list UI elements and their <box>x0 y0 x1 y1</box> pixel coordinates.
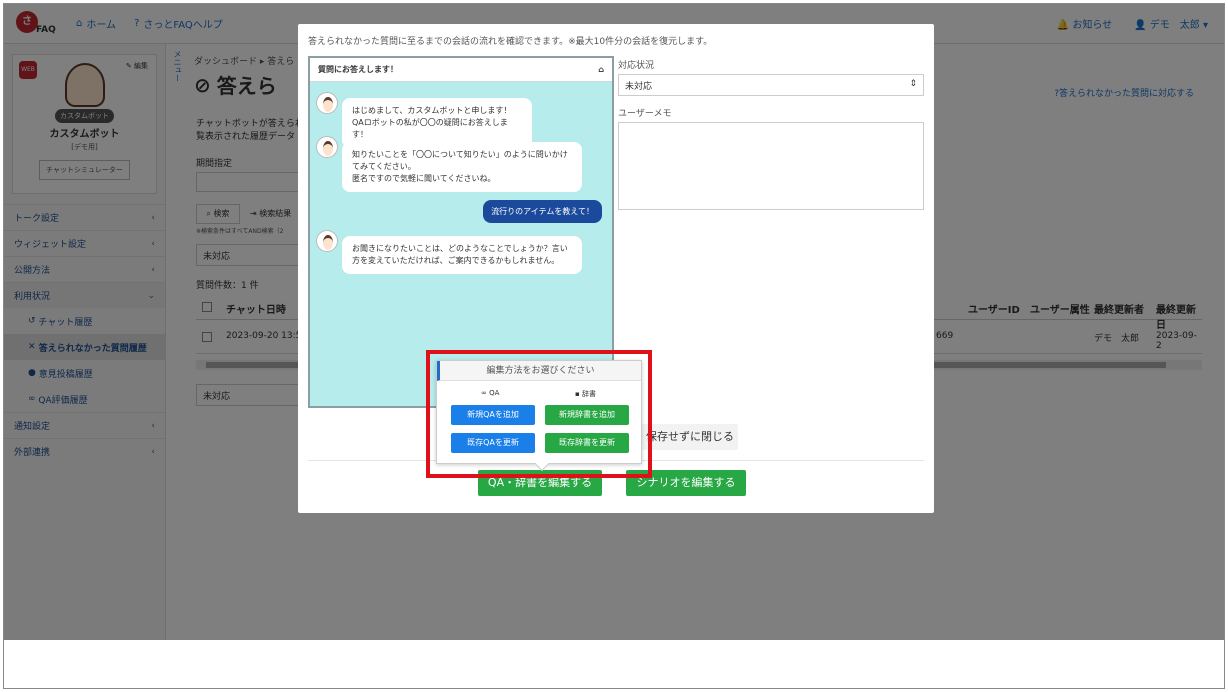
bot-bubble: お聞きになりたいことは、どのようなことでしょうか？言い方を変えていただければ、ご… <box>342 236 582 274</box>
app: さ FAQ ⌂ ホーム ? さっとFAQヘルプ 🔔 お知らせ 👤 デモ 太郎 ▾… <box>4 4 1224 640</box>
bot-message: お聞きになりたいことは、どのようなことでしょうか？言い方を変えていただければ、ご… <box>316 230 582 274</box>
bot-avatar-icon <box>316 92 338 114</box>
close-without-save-button[interactable]: 保存せずに閉じる <box>642 424 738 450</box>
bot-message: 知りたいことを「〇〇について知りたい」のように問いかけてみてください。 匿名です… <box>316 136 582 192</box>
chat-title: 質問にお答えします！ <box>318 65 398 74</box>
status-label: 対応状況 <box>618 61 655 71</box>
screenshot-frame: さ FAQ ⌂ ホーム ? さっとFAQヘルプ 🔔 お知らせ 👤 デモ 太郎 ▾… <box>3 3 1225 689</box>
annotation-highlight-box <box>426 350 652 478</box>
bot-avatar-icon <box>316 136 338 158</box>
status-select[interactable]: 未対応 ⇕ <box>618 74 924 96</box>
user-bubble: 流行りのアイテムを教えて！ <box>483 200 602 223</box>
home-icon[interactable]: ⌂ <box>598 65 604 74</box>
bot-avatar-icon <box>316 230 338 252</box>
memo-label: ユーザーメモ <box>618 109 672 119</box>
chat-header: 質問にお答えします！ ⌂ <box>310 58 612 82</box>
bot-bubble: 知りたいことを「〇〇について知りたい」のように問いかけてみてください。 匿名です… <box>342 142 582 192</box>
updown-icon: ⇕ <box>909 79 917 89</box>
modal-description: 答えられなかった質問に至るまでの会話の流れを確認できます。※最大10件分の会話を… <box>308 37 713 47</box>
status-select-value: 未対応 <box>625 82 653 92</box>
memo-textarea[interactable] <box>618 122 924 210</box>
